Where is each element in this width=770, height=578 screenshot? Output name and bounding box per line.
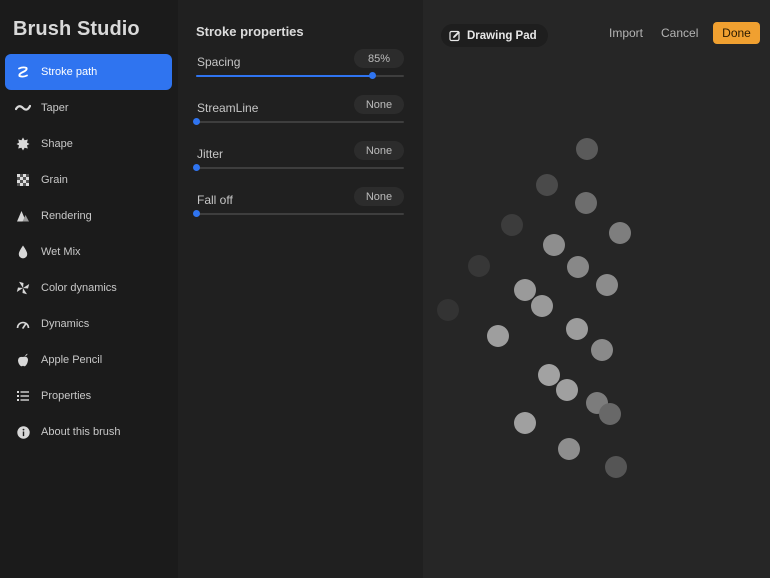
sidebar-item-dynamics[interactable]: Dynamics xyxy=(5,306,172,342)
dynamics-icon xyxy=(15,316,31,332)
sidebar-nav: Stroke path Taper Shape Grain Rendering … xyxy=(5,54,172,450)
panel-title: Stroke properties xyxy=(196,24,304,39)
spacing-value[interactable]: 85% xyxy=(354,49,404,68)
spacing-slider-thumb[interactable] xyxy=(369,72,377,79)
streamline-value[interactable]: None xyxy=(354,95,404,114)
app-title: Brush Studio xyxy=(13,18,140,40)
sidebar-item-color-dynamics[interactable]: Color dynamics xyxy=(5,270,172,306)
stroke-dots xyxy=(437,138,631,478)
sidebar-item-about[interactable]: About this brush xyxy=(5,414,172,450)
sidebar-item-label: Shape xyxy=(41,138,73,150)
grain-icon xyxy=(15,172,31,188)
sidebar-item-taper[interactable]: Taper xyxy=(5,90,172,126)
done-button[interactable]: Done xyxy=(713,22,760,44)
spacing-slider[interactable] xyxy=(196,72,404,79)
streamline-slider[interactable] xyxy=(192,118,404,125)
sidebar-item-apple-pencil[interactable]: Apple Pencil xyxy=(5,342,172,378)
stroke-properties-panel: Stroke properties Spacing 85% StreamLine… xyxy=(178,0,423,578)
sidebar-item-rendering[interactable]: Rendering xyxy=(5,198,172,234)
sidebar-item-shape[interactable]: Shape xyxy=(5,126,172,162)
sidebar-item-stroke-path[interactable]: Stroke path xyxy=(5,54,172,90)
import-button[interactable]: Import xyxy=(609,26,643,40)
taper-icon xyxy=(15,100,31,116)
wet-mix-icon xyxy=(15,244,31,260)
fall-off-value[interactable]: None xyxy=(354,187,404,206)
jitter-slider[interactable] xyxy=(192,164,404,171)
sidebar-item-label: Wet Mix xyxy=(41,246,81,258)
sidebar-item-wet-mix[interactable]: Wet Mix xyxy=(5,234,172,270)
drawing-pad-label: Drawing Pad xyxy=(467,29,537,42)
spacing-slider-fill xyxy=(196,75,373,77)
streamline-slider-thumb[interactable] xyxy=(192,118,200,125)
fall-off-slider[interactable] xyxy=(192,210,404,217)
sidebar-item-label: Taper xyxy=(41,102,69,114)
brush-stroke-preview xyxy=(437,138,631,478)
sidebar-item-properties[interactable]: Properties xyxy=(5,378,172,414)
spacing-label: Spacing xyxy=(197,55,241,69)
drawing-pad-button[interactable]: Drawing Pad xyxy=(441,24,548,47)
jitter-slider-thumb[interactable] xyxy=(192,164,200,171)
sidebar-item-label: Properties xyxy=(41,390,92,402)
sidebar-item-label: Color dynamics xyxy=(41,282,117,294)
jitter-label: Jitter xyxy=(197,147,224,161)
cancel-button[interactable]: Cancel xyxy=(661,26,698,40)
shape-icon xyxy=(15,136,31,152)
fall-off-slider-thumb[interactable] xyxy=(192,210,200,217)
streamline-label: StreamLine xyxy=(197,101,259,115)
fall-off-label: Fall off xyxy=(197,193,233,207)
sidebar-item-label: About this brush xyxy=(41,426,121,438)
sidebar-item-label: Apple Pencil xyxy=(41,354,103,366)
jitter-value[interactable]: None xyxy=(354,141,404,160)
color-dynamics-icon xyxy=(15,280,31,296)
sidebar-item-label: Rendering xyxy=(41,210,92,222)
apple-pencil-icon xyxy=(15,352,31,368)
sidebar-item-grain[interactable]: Grain xyxy=(5,162,172,198)
rendering-icon xyxy=(15,208,31,224)
info-icon xyxy=(15,424,31,440)
stroke-path-icon xyxy=(15,64,31,80)
sidebar: Brush Studio Stroke path Taper Shape Gra… xyxy=(0,0,178,578)
properties-icon xyxy=(15,388,31,404)
edit-icon xyxy=(449,30,461,42)
drawing-pad-canvas[interactable]: Drawing Pad Import Cancel Done xyxy=(423,0,770,578)
sidebar-item-label: Grain xyxy=(41,174,68,186)
sidebar-item-label: Stroke path xyxy=(41,66,98,78)
sidebar-item-label: Dynamics xyxy=(41,318,90,330)
